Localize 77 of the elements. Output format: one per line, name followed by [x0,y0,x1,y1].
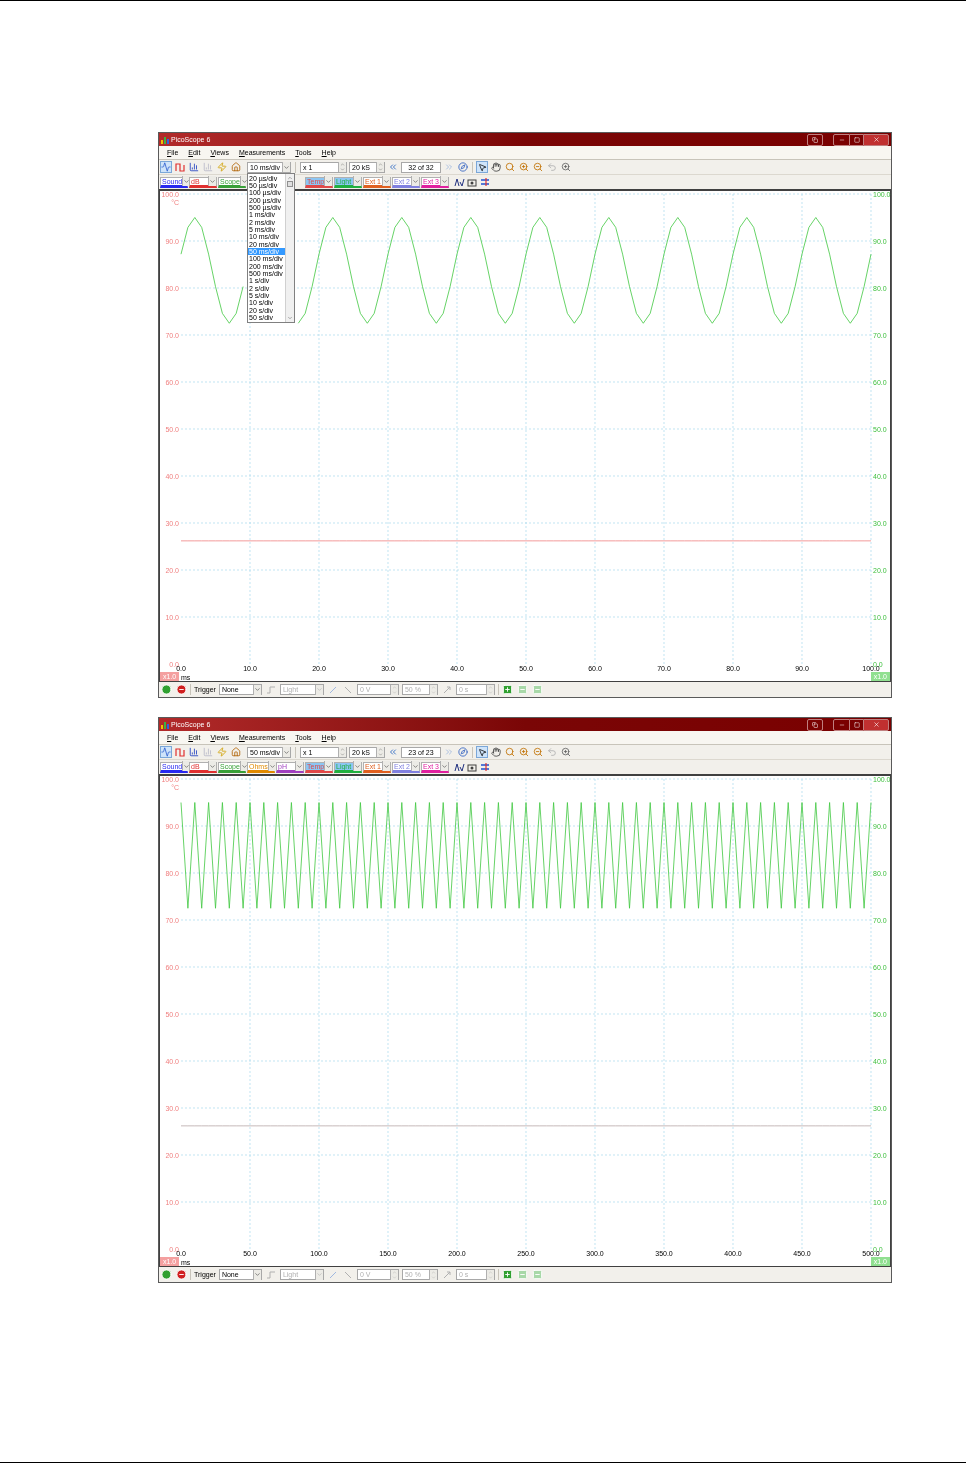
add-icon[interactable] [501,683,514,696]
start-icon[interactable] [160,1268,172,1281]
zoom-fit-icon[interactable] [560,746,572,758]
dropdown-arrow-icon[interactable] [411,176,419,186]
home-icon[interactable] [230,161,242,173]
dropdown-arrow-icon[interactable] [208,761,216,771]
spinner-icon[interactable] [338,162,346,172]
dropdown-arrow-icon[interactable] [411,761,419,771]
ruler-icon[interactable] [479,176,491,188]
rewind-icon[interactable] [387,161,399,173]
ruler-icon[interactable] [479,761,491,773]
zoom-fit-icon[interactable] [560,161,572,173]
trigger-edge-icon[interactable] [264,1268,277,1281]
camera-icon[interactable] [466,176,478,188]
zoom-out-icon[interactable] [532,746,544,758]
scroll-thumb[interactable] [287,180,293,187]
lightning-icon[interactable] [216,746,228,758]
remove-icon[interactable] [516,1268,529,1281]
stop-icon[interactable] [175,1268,187,1281]
zoom-out-icon[interactable] [532,161,544,173]
scroll-up-icon[interactable] [287,174,293,181]
dropdown-arrow-icon[interactable] [208,176,216,186]
bar-chart-icon[interactable] [188,746,200,758]
app-logo-icon [161,720,169,729]
dropdown-arrow-icon[interactable] [267,761,276,771]
close-icon[interactable] [863,133,889,146]
zoom-in-icon[interactable] [518,746,530,758]
scope-view-icon[interactable] [160,746,172,758]
restore-icon[interactable] [807,133,823,146]
dropdown-arrow-icon[interactable] [282,747,290,757]
collapse-icon[interactable] [531,683,544,696]
dropdown-arrow-icon[interactable] [353,761,361,771]
minimize-icon[interactable] [833,718,850,731]
scrollbar[interactable] [285,173,294,323]
zoom-in-icon[interactable] [518,161,530,173]
dropdown-arrow-icon[interactable] [353,176,361,186]
dropdown-arrow-icon[interactable] [382,176,390,186]
rewind-icon[interactable] [387,746,399,758]
start-icon[interactable] [160,683,172,696]
trigger-edge-icon[interactable] [264,683,277,696]
lightning-icon[interactable] [216,161,228,173]
scroll-down-icon[interactable] [287,315,293,322]
close-icon[interactable] [863,718,889,731]
pulse-icon[interactable] [174,746,186,758]
app-logo-icon [161,135,169,144]
pointer-icon[interactable] [476,161,488,173]
dropdown-arrow-icon[interactable] [440,761,448,771]
spinner-icon[interactable] [376,162,384,172]
undo-icon[interactable] [546,746,558,758]
minimize-icon[interactable] [833,133,850,146]
pulse-icon[interactable] [174,161,186,173]
dropdown-arrow-icon[interactable] [324,761,333,771]
measurement-icon[interactable] [453,176,465,188]
measurement-icon[interactable] [453,761,465,773]
search-icon[interactable] [504,161,516,173]
stop-icon[interactable] [175,683,187,696]
restore-icon[interactable] [807,718,823,731]
home-icon[interactable] [230,746,242,758]
hand-icon[interactable] [490,746,502,758]
collapse-icon[interactable] [531,1268,544,1281]
add-icon[interactable] [501,1268,514,1281]
scope-view-icon[interactable] [160,161,172,173]
dropdown-arrow-icon[interactable] [440,176,448,186]
search-icon[interactable] [504,746,516,758]
dropdown-arrow-icon[interactable] [282,162,290,172]
undo-icon[interactable] [546,161,558,173]
remove-icon[interactable] [516,683,529,696]
spinner-icon[interactable] [376,747,384,757]
dropdown-arrow-icon[interactable] [324,176,333,186]
dropdown-arrow-icon[interactable] [382,761,390,771]
pointer-icon[interactable] [476,746,488,758]
bar-chart-icon[interactable] [188,161,200,173]
dropdown-arrow-icon[interactable] [239,176,248,186]
hand-icon[interactable] [490,161,502,173]
spinner-icon[interactable] [338,747,346,757]
camera-icon[interactable] [466,761,478,773]
dropdown-arrow-icon[interactable] [295,761,303,771]
